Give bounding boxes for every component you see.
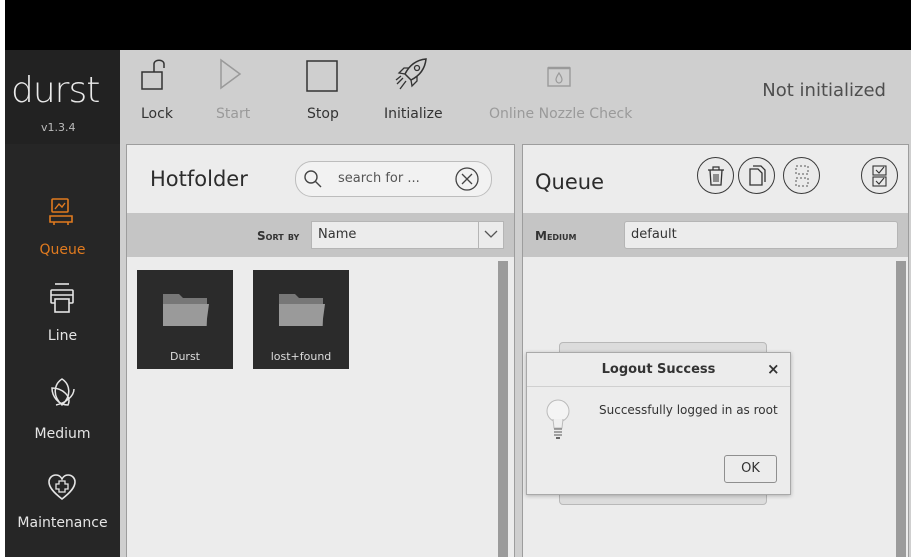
sidebar-item-label: Line: [47, 328, 78, 344]
heart-plus-icon: [48, 474, 76, 501]
copy-icon: [749, 165, 766, 186]
hotfolder-scrollbar[interactable]: [498, 261, 508, 557]
checkbox-empty-icon: [795, 165, 809, 187]
start-label: Start: [216, 106, 251, 122]
initialize-button[interactable]: Initialize: [374, 50, 454, 131]
ok-button[interactable]: OK: [724, 455, 777, 483]
dialog-message: Successfully logged in as root: [599, 403, 778, 417]
folder-name: lost+found: [270, 350, 332, 363]
sidebar-item-maintenance[interactable]: Maintenance: [5, 462, 120, 557]
folder-name: Durst: [169, 350, 200, 363]
start-button[interactable]: Start: [216, 50, 256, 131]
medium-select[interactable]: default: [624, 221, 898, 249]
folder-tile[interactable]: Durst: [137, 270, 233, 369]
sort-selected-value: Name: [318, 227, 357, 242]
trash-icon: [708, 166, 724, 186]
stop-icon: [306, 60, 338, 92]
medium-value: default: [631, 227, 677, 242]
online-nozzle-check-button[interactable]: Online Nozzle Check: [488, 50, 638, 131]
app-version: v1.3.4: [41, 121, 76, 134]
brand-area: durst v1.3.4: [5, 50, 120, 144]
sidebar-item-queue[interactable]: Queue: [5, 181, 120, 276]
search-placeholder[interactable]: search for ...: [338, 171, 420, 186]
stop-label: Stop: [307, 106, 339, 122]
printer-icon: [50, 283, 74, 313]
queue-icon: [49, 198, 73, 225]
sidebar-item-label: Queue: [39, 242, 86, 258]
folder-icon: [163, 294, 209, 326]
select-all-button[interactable]: [861, 157, 898, 194]
sort-by-label: Sort by: [257, 229, 300, 243]
queue-panel: Queue Medium default: [522, 144, 909, 557]
copy-job-button[interactable]: [738, 157, 775, 194]
unlock-icon: [141, 59, 165, 90]
lock-label: Lock: [141, 106, 173, 122]
hotfolder-title: Hotfolder: [150, 167, 248, 191]
dialog-titlebar: Logout Success ×: [527, 353, 790, 387]
stop-button[interactable]: Stop: [306, 50, 346, 131]
sidebar-item-medium[interactable]: Medium: [5, 371, 120, 466]
dialog-close-button[interactable]: ×: [767, 360, 780, 378]
sidebar-item-line[interactable]: Line: [5, 276, 120, 371]
initialize-label: Initialize: [384, 106, 443, 122]
medium-icon: [51, 378, 75, 407]
chevron-down-icon: [484, 230, 498, 238]
select-none-button[interactable]: [783, 157, 820, 194]
logout-success-dialog: Logout Success × Successfully logged in …: [526, 352, 791, 495]
toolbar: Lock Start Stop Initialize Online Nozzle…: [120, 50, 911, 131]
app-screen: durst v1.3.4 Queue Line Medium Maintenan…: [5, 0, 911, 557]
nozzle-label: Online Nozzle Check: [489, 106, 633, 122]
nozzle-icon: [547, 66, 571, 87]
sort-bar: Sort by Name: [127, 213, 514, 257]
sort-dropdown-toggle[interactable]: [478, 222, 503, 248]
checkbox-checked-icon: [872, 165, 887, 187]
brand-logo: durst: [11, 70, 100, 111]
queue-title: Queue: [535, 170, 604, 194]
folder-tile[interactable]: lost+found: [253, 270, 349, 369]
rocket-icon: [395, 58, 427, 90]
hotfolder-search[interactable]: search for ...: [295, 161, 492, 197]
medium-label: Medium: [535, 229, 577, 243]
delete-queue-button[interactable]: [697, 157, 734, 194]
top-black-bar: [5, 0, 911, 50]
sidebar-item-label: Medium: [34, 426, 91, 442]
sort-select[interactable]: Name: [311, 221, 504, 249]
lightbulb-icon: [546, 399, 570, 439]
medium-bar: Medium default: [523, 213, 908, 257]
sidebar-item-label: Maintenance: [17, 515, 108, 531]
search-icon: [304, 170, 322, 188]
hotfolder-panel: Hotfolder search for ... Sort by Name Du…: [126, 144, 515, 557]
clear-search-icon[interactable]: [454, 166, 480, 192]
play-icon: [220, 58, 242, 90]
sidebar: durst v1.3.4 Queue Line Medium Maintenan…: [5, 50, 120, 557]
dialog-title: Logout Success: [601, 362, 716, 377]
lock-button[interactable]: Lock: [140, 50, 180, 131]
queue-scrollbar[interactable]: [896, 261, 906, 557]
printer-status: Not initialized: [762, 80, 886, 101]
folder-icon: [279, 294, 325, 326]
